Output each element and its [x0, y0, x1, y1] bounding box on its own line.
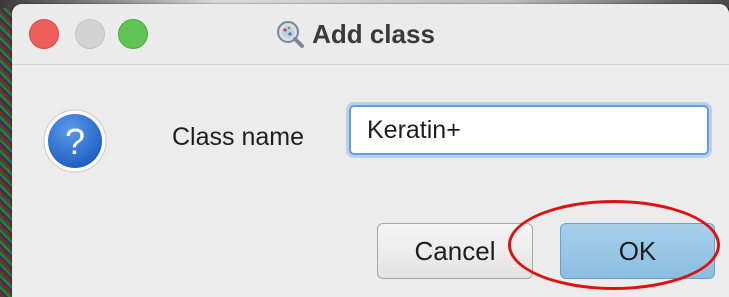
question-mark-icon: ? [43, 109, 107, 173]
qupath-magnifier-icon [277, 21, 305, 48]
dialog-title: Add class [312, 18, 435, 49]
ok-highlight-annotation [508, 200, 720, 290]
svg-text:?: ? [65, 121, 85, 162]
title-group: Add class [12, 4, 729, 64]
class-name-input[interactable] [349, 105, 709, 155]
title-bar: Add class [12, 4, 729, 65]
class-name-label: Class name [172, 123, 304, 151]
